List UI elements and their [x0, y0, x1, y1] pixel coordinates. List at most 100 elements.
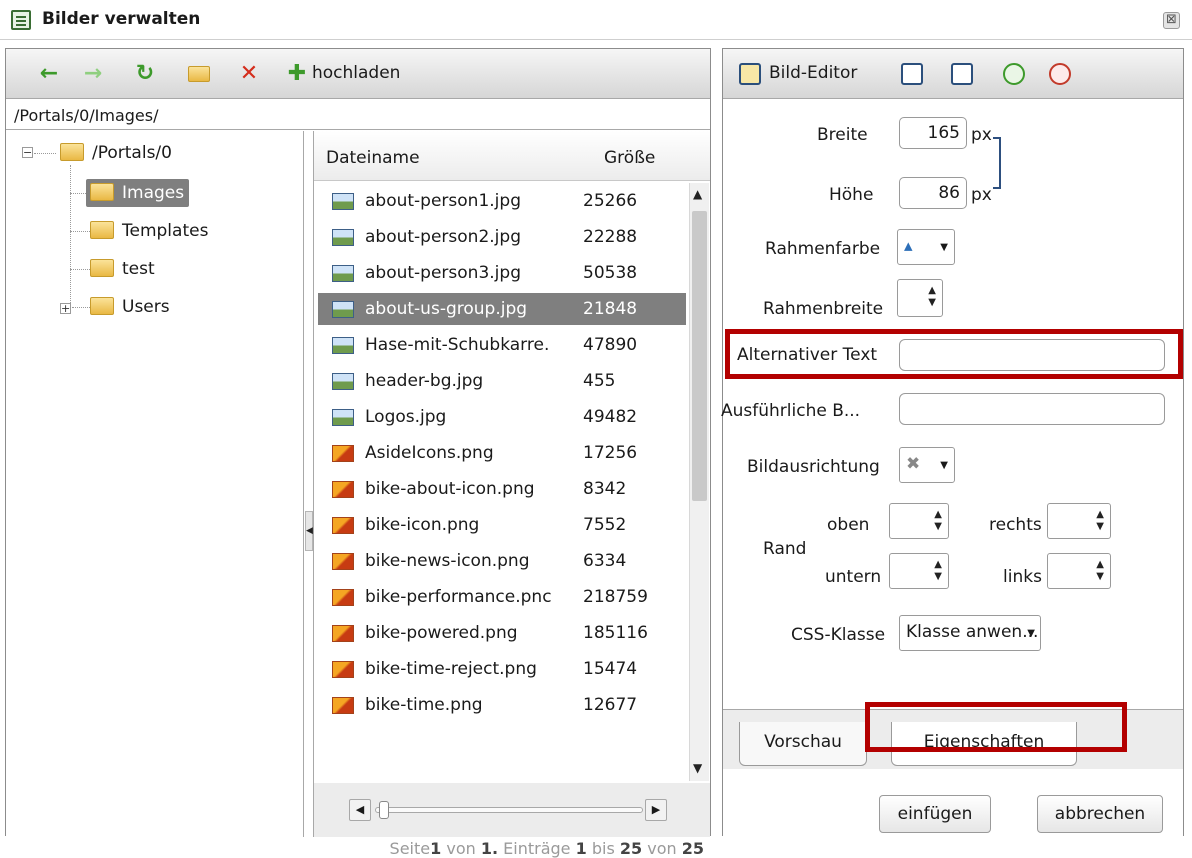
tree-item-users[interactable]: Users	[90, 293, 175, 321]
scroll-down-icon[interactable]: ▼	[693, 761, 702, 775]
file-name: about-person3.jpg	[365, 263, 521, 283]
file-row[interactable]: bike-news-icon.png 6334	[318, 545, 686, 577]
aspect-lock-icon[interactable]	[993, 137, 1001, 189]
tree-item-label: Templates	[122, 221, 209, 241]
file-size: 25266	[583, 191, 638, 211]
increment-icon[interactable]: ▲	[934, 560, 942, 570]
file-row-selected[interactable]: about-us-group.jpg 21848	[318, 293, 686, 325]
decrement-icon[interactable]: ▼	[928, 298, 936, 308]
png-file-icon	[332, 589, 354, 606]
bild-editor-button[interactable]: Bild-Editor	[769, 63, 857, 83]
border-color-picker[interactable]: ▴ ▼	[897, 229, 955, 265]
editor-toolbar: Bild-Editor	[723, 49, 1183, 99]
tree-item-test[interactable]: test	[90, 255, 160, 283]
decrement-icon[interactable]: ▼	[1096, 522, 1104, 532]
file-row[interactable]: bike-about-icon.png 8342	[318, 473, 686, 505]
decrement-icon[interactable]: ▼	[934, 522, 942, 532]
center-icon[interactable]	[951, 63, 973, 85]
scroll-right-icon[interactable]: ▶	[645, 799, 667, 821]
fit-icon[interactable]	[901, 63, 923, 85]
hoehe-label: Höhe	[829, 185, 874, 205]
file-row[interactable]: about-person1.jpg 25266	[318, 185, 686, 217]
file-name: bike-performance.pnc	[365, 587, 552, 607]
file-row[interactable]: Hase-mit-Schubkarre. 47890	[318, 329, 686, 361]
collapse-handle-icon[interactable]: ◀	[305, 511, 313, 551]
tree-root[interactable]: /Portals/0	[60, 139, 177, 167]
increment-icon[interactable]: ▲	[1096, 510, 1104, 520]
file-toolbar: ← → ↻ ✕ ✚ hochladen	[6, 49, 710, 99]
alt-text-input[interactable]	[899, 339, 1165, 371]
margin-bottom-stepper[interactable]: ▲ ▼	[889, 553, 949, 589]
png-file-icon	[332, 625, 354, 642]
scroll-thumb[interactable]	[692, 211, 707, 501]
zoom-in-icon[interactable]	[1003, 63, 1025, 85]
margin-right-stepper[interactable]: ▲ ▼	[1047, 503, 1111, 539]
file-name: bike-time-reject.png	[365, 659, 537, 679]
collapse-icon[interactable]: −	[22, 147, 33, 158]
file-row[interactable]: AsideIcons.png 17256	[318, 437, 686, 469]
file-browser-pane: ← → ↻ ✕ ✚ hochladen /Portals/0/Images/ −…	[5, 48, 711, 858]
tree-item-templates[interactable]: Templates	[90, 217, 213, 245]
insert-button[interactable]: einfügen	[879, 795, 991, 833]
margin-left-stepper[interactable]: ▲ ▼	[1047, 553, 1111, 589]
alignment-picker[interactable]: ✖ ▼	[899, 447, 955, 483]
cancel-button[interactable]: abbrechen	[1037, 795, 1163, 833]
file-row[interactable]: bike-time-reject.png 15474	[318, 653, 686, 685]
tree-item-label: test	[122, 259, 155, 279]
tree-root-label: /Portals/0	[92, 143, 172, 163]
zoom-out-icon[interactable]	[1049, 63, 1071, 85]
horizontal-scrollbar[interactable]: ◀ ▶	[349, 799, 667, 821]
increment-icon[interactable]: ▲	[928, 286, 936, 296]
bild-editor-icon[interactable]	[739, 63, 761, 85]
file-row[interactable]: about-person3.jpg 50538	[318, 257, 686, 289]
tab-vorschau[interactable]: Vorschau	[739, 722, 867, 766]
file-row[interactable]: Logos.jpg 49482	[318, 401, 686, 433]
png-file-icon	[332, 553, 354, 570]
margin-top-stepper[interactable]: ▲ ▼	[889, 503, 949, 539]
file-size: 7552	[583, 515, 627, 535]
css-class-select[interactable]: Klasse anwen... ▼	[899, 615, 1041, 651]
file-size: 17256	[583, 443, 638, 463]
file-row[interactable]: bike-icon.png 7552	[318, 509, 686, 541]
vertical-scrollbar[interactable]: ▲ ▼	[689, 183, 709, 781]
close-icon[interactable]: ⊠	[1163, 12, 1180, 29]
upload-button[interactable]: hochladen	[312, 63, 400, 83]
scroll-thumb[interactable]	[379, 801, 389, 819]
file-size: 21848	[583, 299, 638, 319]
window-title: Bilder verwalten	[42, 9, 201, 29]
upload-plus-icon[interactable]: ✚	[286, 63, 308, 85]
file-name: bike-about-icon.png	[365, 479, 535, 499]
scroll-track[interactable]	[375, 807, 643, 813]
file-row[interactable]: header-bg.jpg 455	[318, 365, 686, 397]
pager-text: bis	[591, 839, 615, 858]
border-width-stepper[interactable]: ▲ ▼	[897, 279, 943, 317]
tree-item-images[interactable]: Images	[86, 179, 190, 207]
file-size: 22288	[583, 227, 638, 247]
back-arrow-icon[interactable]: ←	[38, 63, 60, 85]
increment-icon[interactable]: ▲	[934, 510, 942, 520]
decrement-icon[interactable]: ▼	[1096, 572, 1104, 582]
new-folder-icon[interactable]	[188, 63, 210, 85]
file-row[interactable]: about-person2.jpg 22288	[318, 221, 686, 253]
refresh-icon[interactable]: ↻	[134, 63, 156, 85]
decrement-icon[interactable]: ▼	[934, 572, 942, 582]
file-name: bike-powered.png	[365, 623, 518, 643]
file-row[interactable]: bike-time.png 12677	[318, 689, 686, 721]
file-row[interactable]: bike-powered.png 185116	[318, 617, 686, 649]
file-row[interactable]: bike-performance.pnc 218759	[318, 581, 686, 613]
scroll-left-icon[interactable]: ◀	[349, 799, 371, 821]
column-header-size[interactable]: Größe	[604, 148, 655, 168]
height-input[interactable]: 86	[899, 177, 967, 209]
scroll-up-icon[interactable]: ▲	[693, 187, 702, 201]
forward-arrow-icon[interactable]: →	[82, 63, 104, 85]
file-size: 455	[583, 371, 616, 391]
pager-text: Einträge	[503, 839, 571, 858]
description-input[interactable]	[899, 393, 1165, 425]
expand-icon[interactable]: +	[60, 303, 71, 314]
width-input[interactable]: 165	[899, 117, 967, 149]
column-header-name[interactable]: Dateiname	[326, 148, 420, 168]
delete-icon[interactable]: ✕	[238, 63, 260, 85]
increment-icon[interactable]: ▲	[1096, 560, 1104, 570]
window-list-icon	[11, 10, 31, 30]
path-bar: /Portals/0/Images/	[6, 100, 710, 130]
